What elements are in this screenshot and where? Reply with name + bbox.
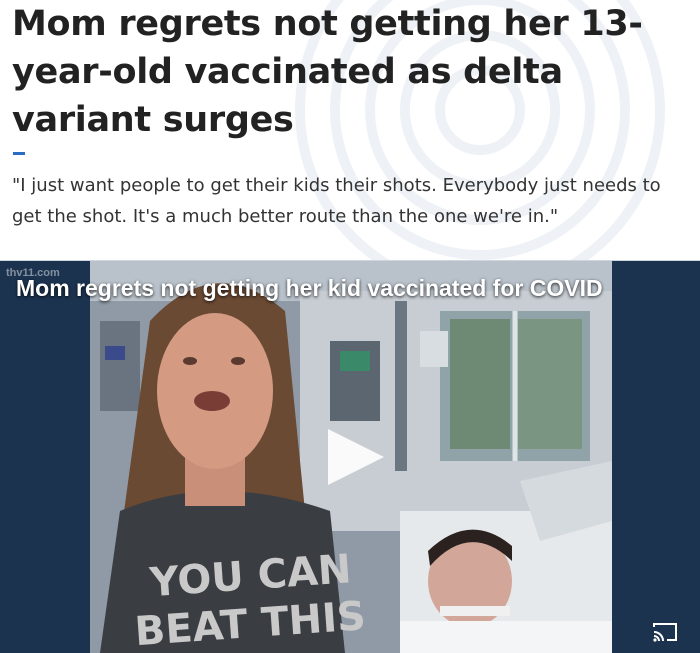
video-player[interactable]: YOU CAN BEAT THIS thv11.com Mom regrets … [0,260,700,653]
cast-icon[interactable] [652,621,678,643]
article-deck: "I just want people to get their kids th… [12,175,661,227]
article-headline: Mom regrets not getting her 13-year-old … [12,4,643,140]
video-title: Mom regrets not getting her kid vaccinat… [16,275,603,301]
play-icon[interactable] [322,427,388,487]
accent-divider [13,152,25,155]
article-header: Mom regrets not getting her 13-year-old … [0,0,700,260]
